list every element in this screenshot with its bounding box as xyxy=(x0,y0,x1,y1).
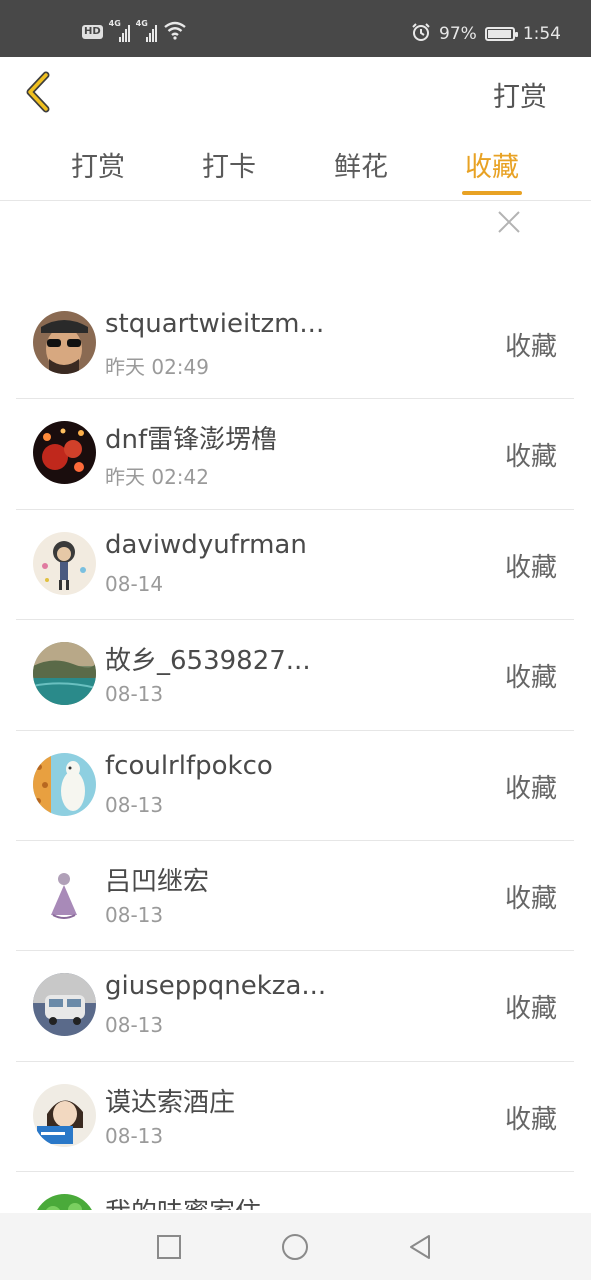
header: 打赏 xyxy=(0,57,591,137)
user-name: 我的味蜜家住 xyxy=(105,1192,405,1210)
avatar xyxy=(33,973,96,1037)
status-bar-right: 97% 1:54 xyxy=(411,22,561,46)
signal-icon: 4G xyxy=(136,19,157,42)
timestamp: 08-13 xyxy=(105,1013,164,1038)
timestamp: 08-13 xyxy=(105,1123,164,1148)
favorite-label: 收藏 xyxy=(504,1104,557,1135)
avatar xyxy=(33,421,96,485)
favorite-label: 收藏 xyxy=(504,883,557,914)
timestamp: 08-13 xyxy=(105,682,164,707)
battery-icon xyxy=(484,27,518,41)
favorite-label: 收藏 xyxy=(504,994,557,1025)
user-name: 吕凹继宏 xyxy=(105,866,210,897)
list-item[interactable]: dnf雷锋澎塄橹 昨天 02:42 收藏 xyxy=(16,399,574,510)
status-bar: HD 4G 4G 97% 1:54 xyxy=(0,0,591,57)
user-name: giuseppqnekza... xyxy=(105,971,327,1002)
hd-icon: HD xyxy=(82,25,103,39)
user-name: stquartwieitzm... xyxy=(105,309,325,339)
timestamp: 08-14 xyxy=(105,571,164,596)
list-item[interactable]: fcoulrlfpokco 08-13 收藏 xyxy=(16,731,574,841)
user-name: dnf雷锋澎塄橹 xyxy=(105,425,278,456)
battery-percent: 97% xyxy=(439,24,477,44)
timestamp: 08-13 xyxy=(105,902,164,927)
user-name: daviwdyufrman xyxy=(105,529,307,560)
avatar xyxy=(33,752,96,816)
list-item[interactable]: daviwdyufrman 08-14 收藏 xyxy=(16,510,574,621)
avatar xyxy=(33,1194,96,1210)
favorites-list: stquartwieitzm... 昨天 02:49 收藏 dnf雷锋澎塄橹 昨… xyxy=(16,289,574,1210)
tab-favorites[interactable]: 收藏 xyxy=(452,145,532,184)
favorite-label: 收藏 xyxy=(504,663,557,694)
wifi-icon xyxy=(163,20,187,44)
favorite-label: 收藏 xyxy=(504,552,557,583)
alarm-icon xyxy=(411,22,431,47)
favorite-label: 收藏 xyxy=(504,773,557,804)
tab-indicator xyxy=(462,191,522,195)
reward-button[interactable]: 打赏 xyxy=(493,75,547,114)
status-bar-left: HD 4G 4G xyxy=(82,19,187,44)
tab-flowers[interactable]: 鲜花 xyxy=(321,145,401,184)
signal-icon: 4G xyxy=(109,19,130,42)
list-item[interactable]: 吕凹继宏 08-13 收藏 xyxy=(16,841,574,952)
user-name: 谟达索酒庄 xyxy=(105,1087,236,1118)
list-item[interactable]: 我的味蜜家住 xyxy=(16,1172,574,1210)
list-item[interactable]: 谟达索酒庄 08-13 收藏 xyxy=(16,1062,574,1173)
avatar xyxy=(33,311,96,374)
avatar xyxy=(33,642,96,706)
favorite-label: 收藏 xyxy=(504,332,557,362)
chevron-left-icon[interactable] xyxy=(22,71,56,113)
list-item[interactable]: stquartwieitzm... 昨天 02:49 收藏 xyxy=(16,289,574,400)
home-icon[interactable] xyxy=(281,1233,309,1261)
favorite-label: 收藏 xyxy=(504,442,557,473)
list-item[interactable]: giuseppqnekza... 08-13 收藏 xyxy=(16,951,574,1062)
battery-level xyxy=(487,30,512,38)
system-nav-bar xyxy=(0,1213,591,1280)
user-name: 故乡_6539827... xyxy=(105,646,311,677)
avatar xyxy=(33,531,96,595)
close-icon[interactable] xyxy=(496,209,522,235)
avatar xyxy=(33,1083,96,1147)
timestamp: 昨天 02:42 xyxy=(105,465,209,490)
user-name: fcoulrlfpokco xyxy=(105,750,273,781)
timestamp: 08-13 xyxy=(105,792,164,817)
list-item[interactable]: 故乡_6539827... 08-13 收藏 xyxy=(16,620,574,731)
clock: 1:54 xyxy=(522,24,561,44)
avatar xyxy=(33,862,96,926)
timestamp: 昨天 02:49 xyxy=(105,355,209,379)
back-icon[interactable] xyxy=(406,1233,434,1261)
tab-reward[interactable]: 打赏 xyxy=(58,145,138,184)
tab-checkin[interactable]: 打卡 xyxy=(189,145,269,184)
recent-apps-icon[interactable] xyxy=(155,1233,183,1261)
